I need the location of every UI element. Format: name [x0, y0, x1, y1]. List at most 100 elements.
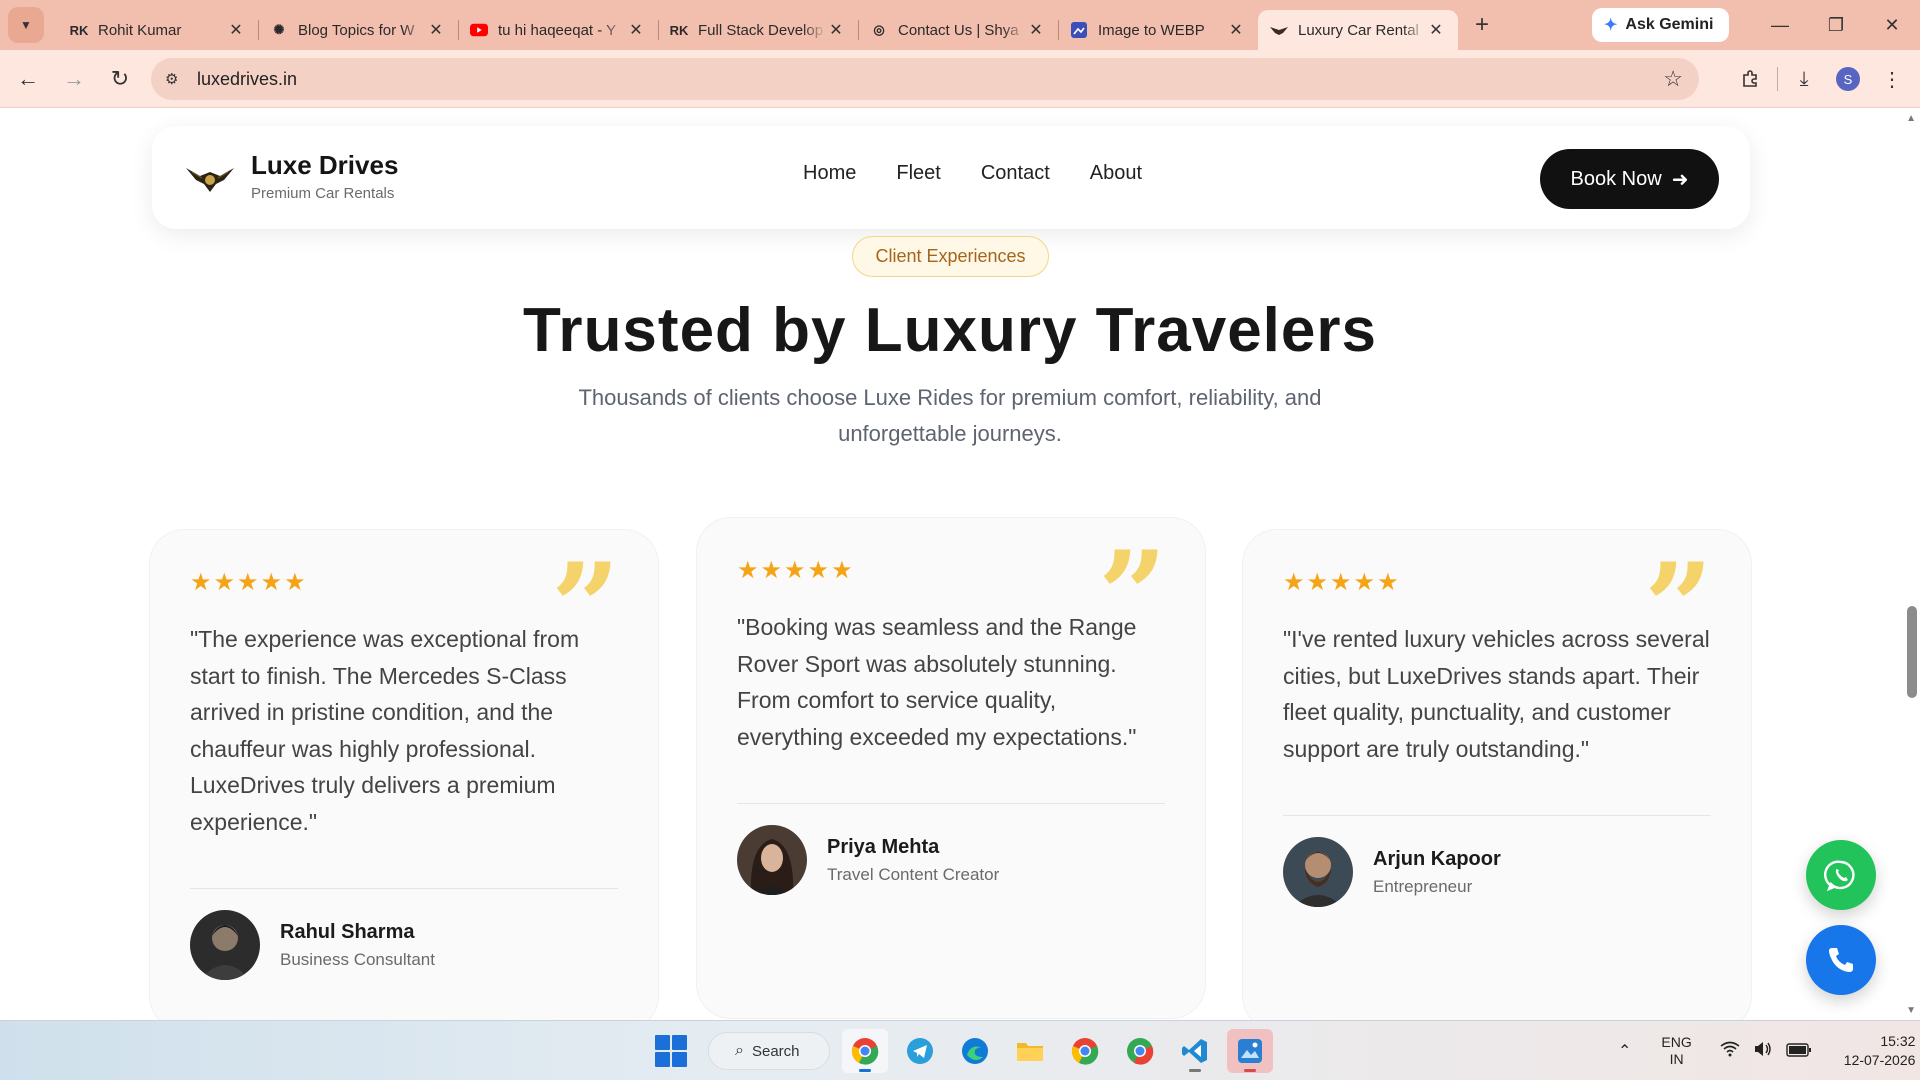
testimonial-quote: "I've rented luxury vehicles across seve… — [1283, 626, 1710, 762]
extensions-icon[interactable] — [1729, 57, 1773, 101]
minimize-icon[interactable]: — — [1752, 0, 1808, 50]
language-indicator[interactable]: ENG IN — [1661, 1034, 1691, 1068]
back-arrow-icon[interactable]: ← — [8, 59, 48, 99]
author-name: Priya Mehta — [827, 835, 940, 858]
download-icon[interactable]: ⤓ — [1782, 57, 1826, 101]
testimonial-author: Priya Mehta Travel Content Creator — [737, 825, 999, 895]
browser-tab[interactable]: ◎ Contact Us | Shya ✕ — [858, 10, 1058, 50]
taskbar-search[interactable]: ⌕ Search — [708, 1032, 830, 1070]
close-icon[interactable]: ✕ — [1226, 20, 1246, 40]
close-icon[interactable]: ✕ — [626, 20, 646, 40]
bookmark-star-icon[interactable]: ☆ — [1663, 66, 1683, 92]
browser-tab[interactable]: RK Full Stack Develop ✕ — [658, 10, 858, 50]
close-icon[interactable]: ✕ — [1426, 20, 1446, 40]
star-icon: ★ — [737, 557, 759, 584]
chrome-profile-icon[interactable] — [1062, 1029, 1108, 1073]
windows-start-icon[interactable] — [655, 1035, 687, 1067]
book-now-label: Book Now — [1570, 167, 1662, 190]
browser-tab[interactable]: ✺ Blog Topics for W ✕ — [258, 10, 458, 50]
nav-link-home[interactable]: Home — [803, 162, 856, 185]
forward-arrow-icon[interactable]: → — [54, 59, 94, 99]
network-volume-battery-icons[interactable] — [1720, 1041, 1812, 1062]
scrollbar-thumb[interactable] — [1907, 606, 1917, 698]
browser-tab[interactable]: Image to WEBP ✕ — [1058, 10, 1258, 50]
luxe-logo-icon — [1270, 21, 1288, 39]
gemini-label: Ask Gemini — [1625, 16, 1714, 33]
more-menu-icon[interactable]: ⋮ — [1870, 57, 1914, 101]
chevron-up-icon[interactable]: ⌃ — [1618, 1041, 1631, 1061]
brand-name[interactable]: Luxe Drives — [251, 150, 398, 181]
wifi-icon — [1720, 1041, 1740, 1056]
restore-icon[interactable]: ❐ — [1808, 0, 1864, 50]
close-icon[interactable]: ✕ — [1026, 20, 1046, 40]
chrome-profile-icon[interactable] — [1117, 1029, 1163, 1073]
active-indicator — [859, 1069, 871, 1072]
author-avatar — [737, 825, 807, 895]
star-icon: ★ — [760, 557, 783, 584]
luxe-logo-icon[interactable] — [186, 162, 234, 196]
close-icon[interactable]: ✕ — [826, 20, 846, 40]
vscode-icon[interactable] — [1172, 1029, 1218, 1073]
edge-icon[interactable] — [952, 1029, 998, 1073]
tab-title: tu hi haqeeqat - Y — [498, 21, 617, 39]
reload-icon[interactable]: ↻ — [100, 59, 140, 99]
browser-tab-active[interactable]: Luxury Car Rental ✕ — [1258, 10, 1458, 50]
star-icon: ★ — [1353, 569, 1376, 596]
author-name: Arjun Kapoor — [1373, 847, 1501, 870]
address-url[interactable]: luxedrives.in — [197, 69, 297, 90]
book-now-button[interactable]: Book Now ➜ — [1540, 149, 1719, 209]
star-rating: ★ ★ ★ ★ ★ — [1283, 568, 1401, 597]
star-icon: ★ — [784, 557, 806, 584]
close-icon[interactable]: ✕ — [426, 20, 446, 40]
testimonial-card: ★ ★ ★ ★ ★ ” "Booking was seamless and the Ra… — [697, 518, 1205, 1018]
globe-icon: ◎ — [873, 22, 885, 37]
tab-title: Blog Topics for W — [298, 21, 415, 39]
new-tab-button[interactable]: + — [1464, 7, 1500, 43]
photos-app-icon[interactable] — [1227, 1029, 1273, 1073]
volume-icon — [1754, 1041, 1771, 1056]
testimonial-card: ★ ★ ★ ★ ★ ” "I've rented luxury vehicles acr… — [1243, 530, 1751, 1020]
divider — [737, 803, 1165, 804]
section-title: Trusted by Luxury Travelers — [522, 296, 1377, 365]
tab-search-menu-button[interactable]: ▼ — [8, 7, 44, 43]
telegram-icon[interactable] — [897, 1029, 943, 1073]
site-settings-icon[interactable]: ⚙ — [165, 70, 187, 88]
plus-icon: + — [1474, 11, 1489, 38]
search-icon: ⌕ — [735, 1042, 744, 1059]
nav-link-contact[interactable]: Contact — [981, 162, 1050, 185]
section-badge: Client Experiences — [852, 236, 1049, 277]
battery-icon — [1786, 1042, 1811, 1057]
nav-link-about[interactable]: About — [1090, 162, 1142, 185]
close-window-icon[interactable]: ✕ — [1864, 0, 1920, 50]
scroll-down-icon[interactable]: ▼ — [1906, 1005, 1916, 1016]
whatsapp-button[interactable] — [1806, 840, 1876, 910]
profile-avatar[interactable]: S — [1826, 57, 1870, 101]
star-icon: ★ — [831, 557, 853, 584]
star-icon: ★ — [807, 557, 830, 584]
call-button[interactable] — [1806, 925, 1876, 995]
quote-mark-icon: ” — [550, 537, 620, 678]
arrow-right-icon: ➜ — [1671, 168, 1689, 191]
testimonial-author: Arjun Kapoor Entrepreneur — [1283, 837, 1501, 907]
system-clock[interactable]: 15:32 12-07-2026 — [1844, 1032, 1916, 1070]
star-icon: ★ — [213, 569, 236, 596]
scroll-up-icon[interactable]: ▲ — [1906, 113, 1916, 124]
clock-date: 12-07-2026 — [1843, 1052, 1916, 1068]
browser-tab[interactable]: tu hi haqeeqat - Y ✕ — [458, 10, 658, 50]
file-explorer-icon[interactable] — [1007, 1029, 1053, 1073]
ask-gemini-button[interactable]: ✦ Ask Gemini — [1592, 8, 1730, 42]
testimonial-author: Rahul Sharma Business Consultant — [190, 910, 435, 980]
testimonial-card: ★ ★ ★ ★ ★ ” "The experience was exceptional … — [150, 530, 658, 1020]
author-name: Rahul Sharma — [280, 920, 415, 943]
tab-title: Full Stack Develop — [698, 21, 824, 39]
whatsapp-icon — [1824, 860, 1855, 892]
site-header: Luxe Drives Premium Car Rentals Home Fle… — [152, 126, 1750, 229]
browser-tab[interactable]: RK Rohit Kumar ✕ — [58, 10, 258, 50]
address-bar[interactable]: ⚙ luxedrives.in ☆ — [151, 58, 1699, 100]
tab-title: Luxury Car Rental — [1298, 21, 1419, 39]
chrome-icon[interactable] — [842, 1029, 888, 1073]
system-tray: ⌃ ENG IN 15:32 12-07-2026 — [1618, 1021, 1915, 1080]
nav-link-fleet[interactable]: Fleet — [896, 162, 940, 185]
close-icon[interactable]: ✕ — [226, 20, 246, 40]
page-scrollbar[interactable]: ▲ ▼ — [1903, 109, 1920, 1020]
